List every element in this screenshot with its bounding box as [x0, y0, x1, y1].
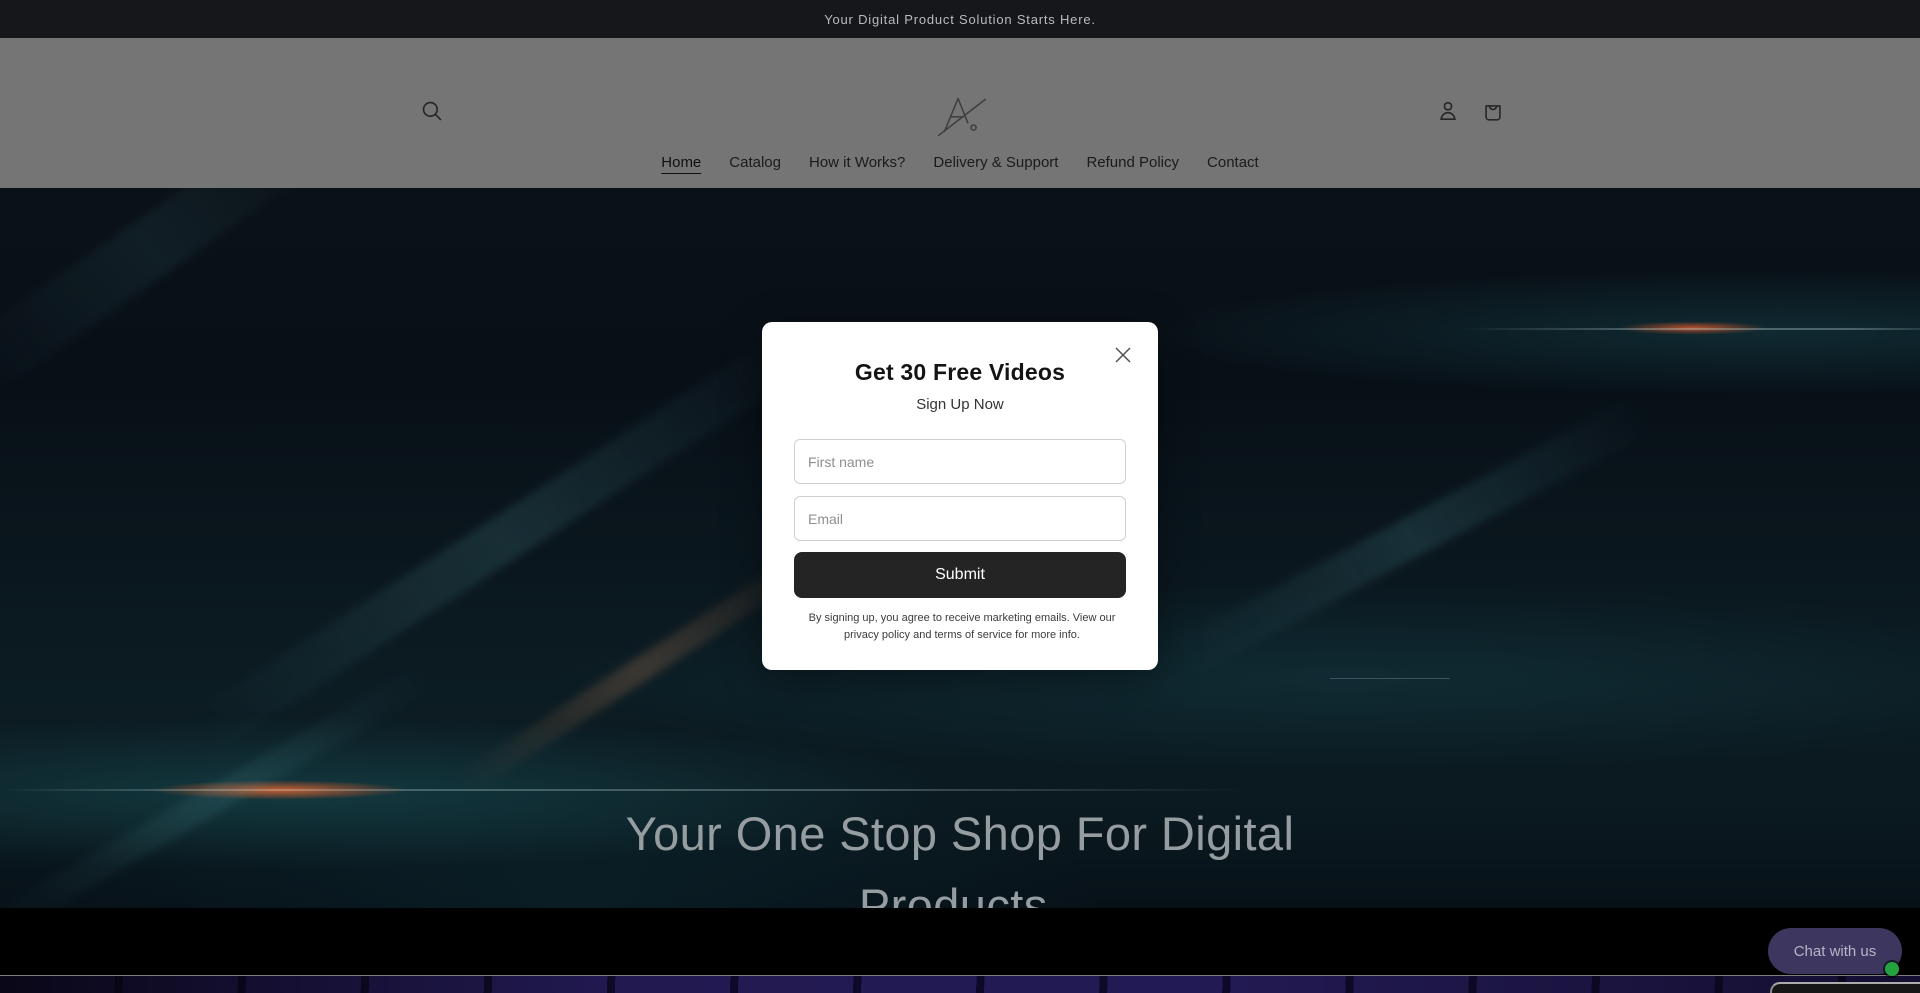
modal-title: Get 30 Free Videos [794, 358, 1126, 386]
modal-close-button[interactable] [1112, 344, 1134, 366]
signup-modal: Get 30 Free Videos Sign Up Now Submit By… [762, 322, 1158, 670]
hero-streak [0, 188, 339, 393]
chat-teaser-edge [1770, 982, 1920, 993]
online-status-dot [1885, 962, 1899, 976]
bottom-image-strip [0, 975, 1920, 993]
hero-streak [1171, 398, 1649, 677]
announcement-bar: Your Digital Product Solution Starts Her… [0, 0, 1920, 38]
modal-subtitle: Sign Up Now [794, 396, 1126, 414]
search-icon [419, 98, 445, 124]
logo-icon [929, 86, 991, 142]
account-button[interactable] [1435, 98, 1461, 124]
hero-heading-line1: Your One Stop Shop For Digital [0, 798, 1920, 870]
nav-home[interactable]: Home [661, 154, 701, 171]
nav-how-it-works[interactable]: How it Works? [809, 154, 905, 171]
header-actions [1435, 98, 1506, 124]
hero-light-line [0, 789, 1250, 791]
search-button[interactable] [419, 98, 445, 124]
first-name-field[interactable] [794, 439, 1126, 484]
hero-heading-line2: Products. [0, 870, 1920, 908]
logo[interactable] [929, 86, 991, 142]
announcement-text: Your Digital Product Solution Starts Her… [824, 12, 1096, 27]
submit-button[interactable]: Submit [794, 552, 1126, 598]
page: Your Digital Product Solution Starts Her… [0, 0, 1920, 993]
site-header: Home Catalog How it Works? Delivery & Su… [0, 38, 1920, 188]
nav-delivery-support[interactable]: Delivery & Support [933, 154, 1058, 171]
nav-refund-policy[interactable]: Refund Policy [1086, 154, 1179, 171]
footer-band [0, 908, 1920, 975]
cart-icon [1480, 98, 1506, 124]
hero-light-line [1330, 678, 1450, 679]
hero-streak [194, 331, 806, 751]
modal-disclaimer: By signing up, you agree to receive mark… [794, 610, 1130, 643]
close-icon [1112, 344, 1134, 366]
cart-button[interactable] [1480, 98, 1506, 124]
account-icon [1435, 98, 1461, 124]
main-nav: Home Catalog How it Works? Delivery & Su… [0, 154, 1920, 171]
chat-label: Chat with us [1794, 943, 1877, 960]
hero-heading: Your One Stop Shop For Digital Products. [0, 798, 1920, 908]
hero-light-line [1460, 328, 1920, 330]
nav-catalog[interactable]: Catalog [729, 154, 781, 171]
email-field[interactable] [794, 496, 1126, 541]
nav-contact[interactable]: Contact [1207, 154, 1259, 171]
chat-with-us-button[interactable]: Chat with us [1768, 928, 1902, 974]
